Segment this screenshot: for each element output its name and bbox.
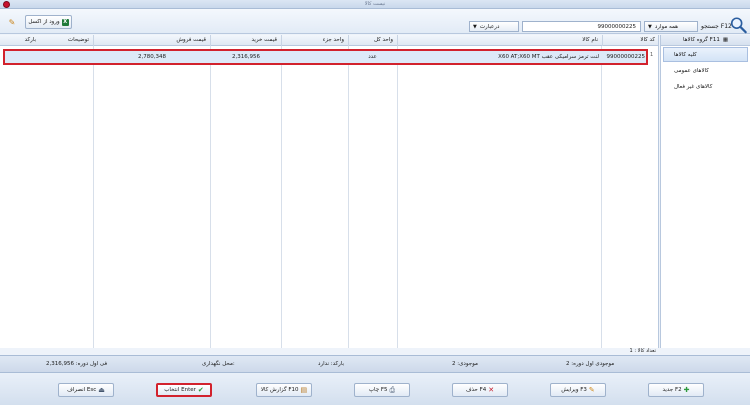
import-excel-button[interactable]: ورود از اکسل X	[25, 15, 72, 29]
search-mode-value: درعبارت	[479, 23, 500, 30]
toolbar: ✎ ورود از اکسل X ▼ درعبارت 99000000225 ▼…	[0, 9, 750, 34]
new-label: جدید F2	[662, 387, 682, 393]
item-count: تعداد کالا : 1	[629, 348, 656, 354]
import-excel-label: ورود از اکسل	[28, 19, 60, 25]
grid-divider	[281, 46, 282, 348]
search-field-select[interactable]: ▼ همه موارد	[644, 21, 698, 32]
report-button[interactable]: گزارش کالا F10 ▤	[256, 383, 312, 397]
tools-button[interactable]: ✎	[5, 15, 19, 29]
chevron-down-icon: ▼	[648, 23, 652, 30]
status-barcode: بارکد: ندارد	[318, 361, 345, 367]
products-grid: کد کالا نام کالا واحد کل واحد جزء قیمت خ…	[0, 35, 659, 348]
cell-description	[45, 51, 95, 63]
search-field-value: همه موارد	[654, 23, 679, 30]
category-sidebar: گروه کالاها F11 ▦ کلیه کالاها کالاهای عم…	[660, 35, 750, 348]
exit-icon: ⏏	[98, 385, 105, 394]
wrench-icon: ✎	[8, 17, 16, 27]
search-mode-select[interactable]: ▼ درعبارت	[469, 21, 519, 32]
report-label: گزارش کالا F10	[260, 387, 299, 393]
search-icon[interactable]	[729, 16, 748, 34]
search-label: جستجو F12	[701, 23, 732, 30]
title-bar: نیست کالا	[0, 0, 750, 9]
select-button[interactable]: انتخاب Enter ✔	[156, 383, 212, 397]
grid-divider	[601, 46, 602, 348]
search-value: 99000000225	[597, 23, 637, 30]
column-header-unit-total[interactable]: واحد کل	[348, 35, 397, 46]
plus-icon: ✚	[683, 385, 690, 394]
edit-label: ویرایش F3	[561, 387, 587, 393]
excel-icon: X	[61, 18, 69, 26]
edit-button[interactable]: ویرایش F3 ✎	[550, 383, 606, 397]
close-icon: ✕	[488, 385, 495, 394]
report-icon: ▤	[300, 385, 308, 394]
column-header-barcode[interactable]: بارکد	[0, 35, 40, 46]
grid-divider	[210, 46, 211, 348]
sidebar-header: گروه کالاها F11 ▦	[661, 35, 750, 46]
printer-icon: ⎙	[389, 385, 396, 394]
chevron-down-icon: ▼	[473, 23, 477, 30]
status-stock: موجودی: 2	[452, 361, 478, 367]
print-button[interactable]: چاپ F5 ⎙	[354, 383, 410, 397]
sidebar-item-label: کلیه کالاها	[674, 51, 697, 58]
grid-divider	[93, 46, 94, 348]
cell-unit-total: عدد	[368, 54, 377, 60]
sidebar-item-label: کالاهای عمومی	[674, 67, 709, 74]
cell-buy-price: 2,316,956	[232, 54, 260, 60]
search-input[interactable]: 99000000225	[522, 21, 641, 32]
sidebar-header-label: گروه کالاها F11	[682, 37, 720, 43]
item-count-bar: تعداد کالا : 1	[0, 348, 659, 354]
sidebar-item-label: کالاهای غیر فعال	[674, 83, 713, 90]
sidebar-item-inactive[interactable]: کالاهای غیر فعال	[663, 79, 748, 94]
window-title: نیست کالا	[364, 1, 386, 7]
cell-name: X60 AT;X60 MT لنت ترمز سرامیکی عقب	[498, 54, 599, 60]
grid-divider	[397, 46, 398, 348]
column-header-sell-price[interactable]: قیمت فروش	[93, 35, 210, 46]
grid-header: کد کالا نام کالا واحد کل واحد جزء قیمت خ…	[0, 35, 658, 46]
grid-divider	[348, 46, 349, 348]
sidebar-item-general[interactable]: کالاهای عمومی	[663, 63, 748, 78]
cell-code: 99000000225	[606, 54, 646, 60]
row-number: 1	[650, 52, 654, 58]
cancel-button[interactable]: انصراف Esc ⏏	[58, 383, 114, 397]
new-button[interactable]: جدید F2 ✚	[648, 383, 704, 397]
column-header-name[interactable]: نام کالا	[397, 35, 602, 46]
pencil-icon: ✎	[588, 385, 595, 394]
checkmark-icon: ✔	[197, 385, 204, 394]
cancel-label: انصراف Esc	[67, 387, 97, 393]
cell-barcode	[5, 51, 45, 63]
column-header-code[interactable]: کد کالا	[602, 35, 658, 46]
action-bar: جدید F2 ✚ ویرایش F3 ✎ حذف F4 ✕ چاپ F5 ⎙ …	[0, 373, 750, 405]
column-header-buy-price[interactable]: قیمت خرید	[210, 35, 281, 46]
sidebar-item-all[interactable]: کلیه کالاها	[663, 47, 748, 62]
cell-unit-part	[283, 51, 350, 63]
status-location: محل نگهداری:	[202, 361, 235, 367]
print-label: چاپ F5	[368, 387, 388, 393]
column-header-unit-part[interactable]: واحد جزء	[281, 35, 348, 46]
cell-sell-price: 2,780,348	[138, 54, 166, 60]
status-bar: موجودی اول دوره: 2 موجودی: 2 بارکد: ندار…	[0, 355, 750, 373]
grid-icon: ▦	[722, 37, 729, 43]
delete-label: حذف F4	[465, 387, 487, 393]
table-row[interactable]: 99000000225 X60 AT;X60 MT لنت ترمز سرامی…	[3, 49, 648, 65]
select-label: انتخاب Enter	[164, 387, 196, 393]
status-price-initial: فی اول دوره: 2,316,956	[46, 361, 108, 367]
delete-button[interactable]: حذف F4 ✕	[452, 383, 508, 397]
status-stock-initial: موجودی اول دوره: 2	[566, 361, 615, 367]
